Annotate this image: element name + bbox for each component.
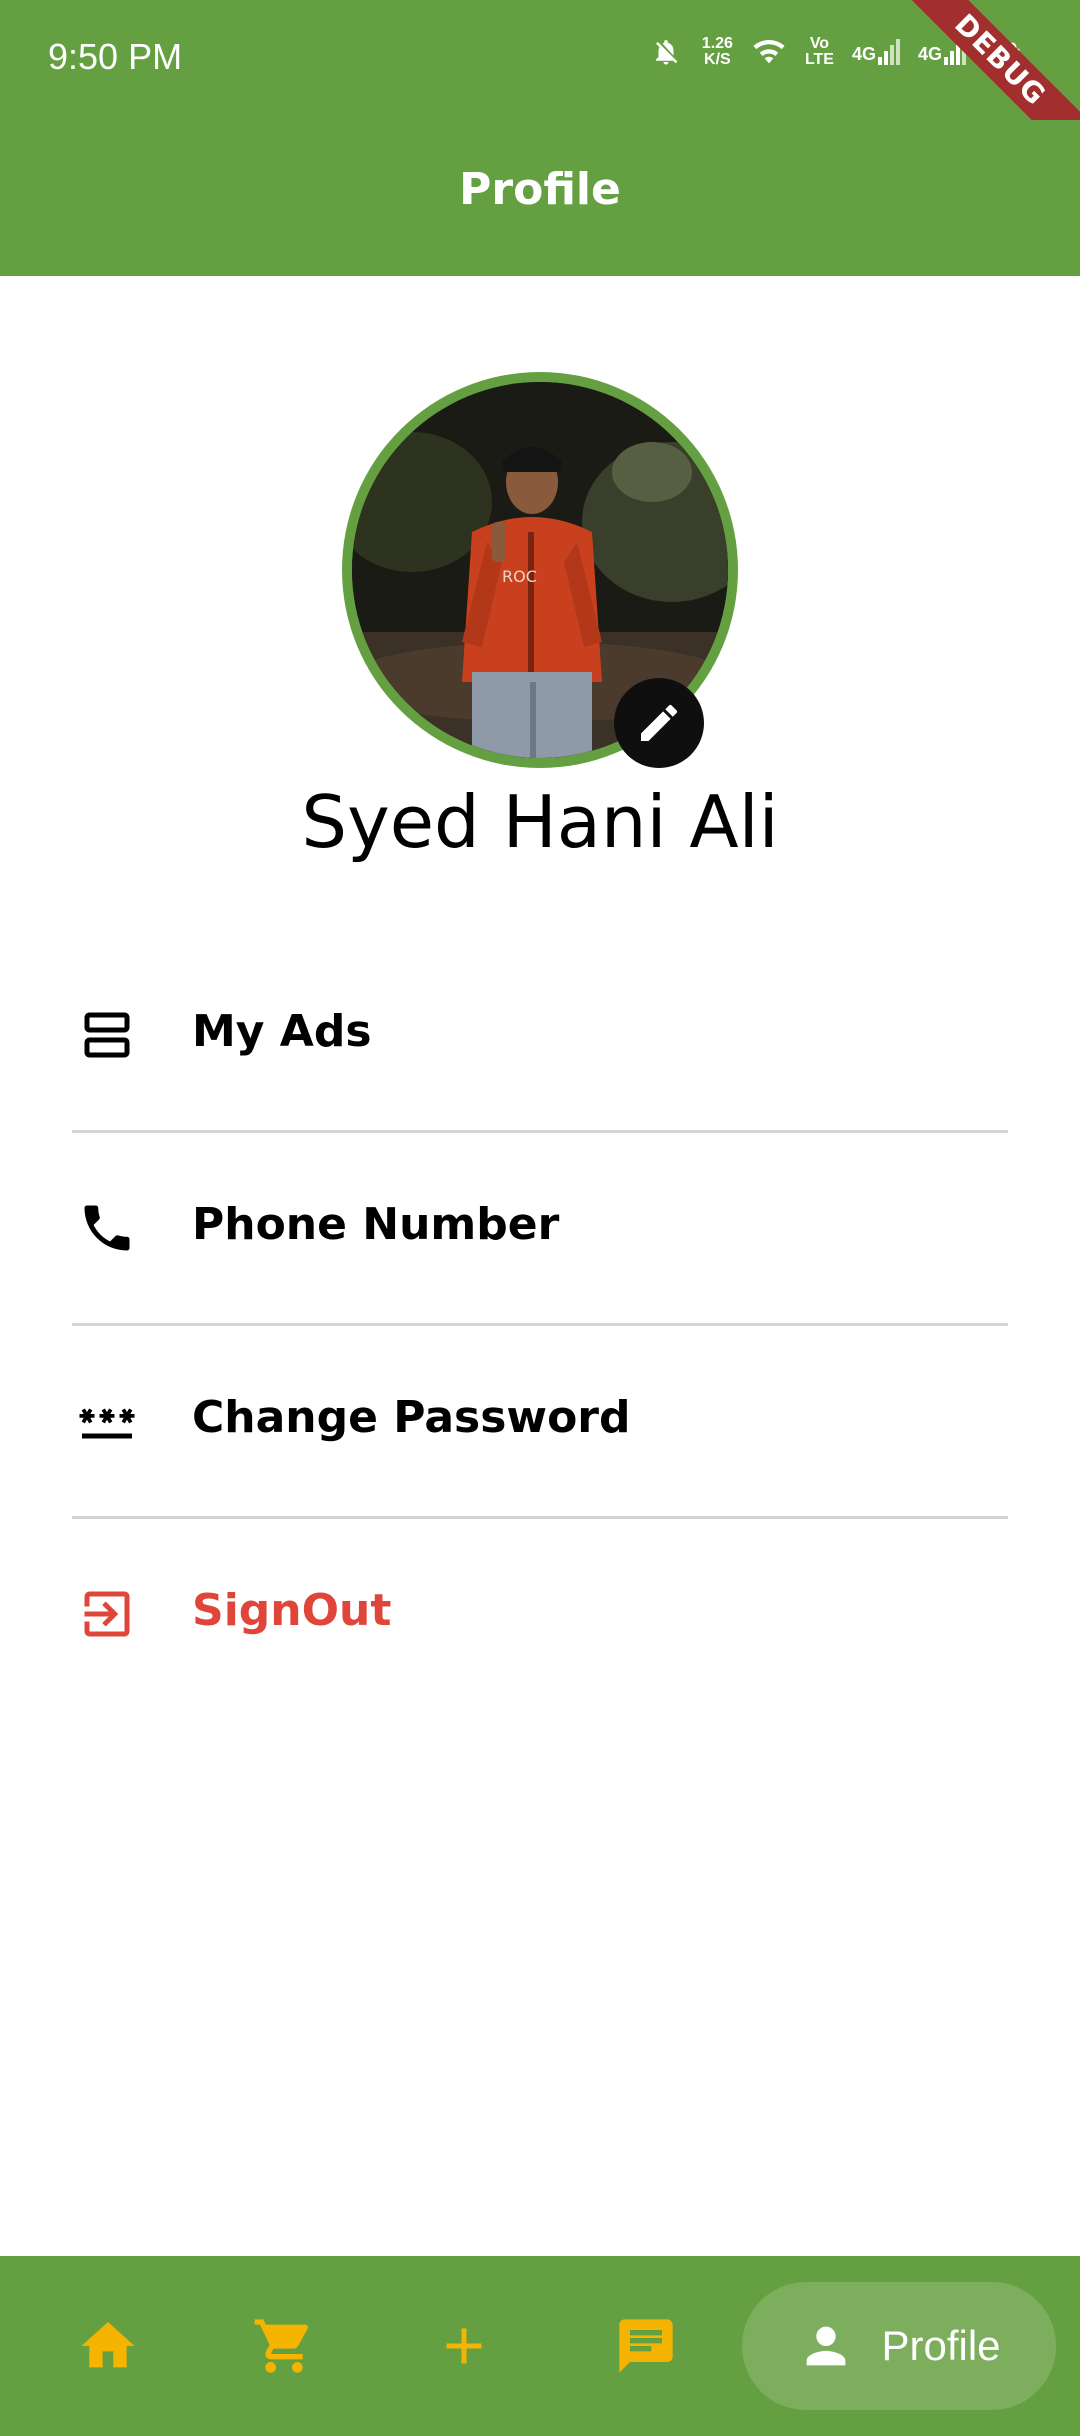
menu-item-change-password[interactable]: Change Password [72,1326,1008,1519]
volte-top: Vo [809,35,830,52]
nav-home-button[interactable] [68,2306,148,2386]
svg-text:ROC: ROC [502,567,537,586]
menu-label-signout: SignOut [192,1585,392,1636]
menu-item-phone-number[interactable]: Phone Number [72,1133,1008,1326]
nav-profile-label: Profile [881,2322,1001,2369]
signout-icon [72,1579,142,1649]
menu-label-my-ads: My Ads [192,1006,372,1057]
password-icon [72,1386,142,1456]
edit-avatar-button[interactable] [614,678,704,768]
net-speed-unit: K/S [704,51,731,68]
app-bar: Profile [0,120,1080,276]
nav-cart-button[interactable] [244,2306,324,2386]
status-bar: 9:50 PM 1.26 K/S Vo LTE 4G 4G DEBUG [0,0,1080,181]
home-icon [81,2322,135,2368]
page-title: Profile [459,164,621,215]
person-icon [807,2326,846,2366]
signal-1: 4G [852,39,900,65]
volte-bottom: LTE [804,51,834,68]
signal-bars-icon [877,39,900,65]
menu-item-signout[interactable]: SignOut [72,1519,1008,1709]
menu-label-change-password: Change Password [192,1392,631,1443]
net-speed: 1.26 K/S [702,36,733,68]
chat-icon [619,2319,673,2373]
nav-chat-button[interactable] [606,2306,686,2386]
status-time: 9:50 PM [48,36,183,77]
profile-name: Syed Hani Ali [301,780,779,864]
ads-list-icon [72,1000,142,1070]
add-icon [446,2328,482,2364]
mute-bell-icon [648,34,684,70]
network-type-1: 4G [851,44,876,64]
cart-icon [254,2319,309,2373]
profile-menu: My Ads Phone Number Change Password Sign… [72,940,1008,1709]
network-type-2: 4G [917,44,942,64]
menu-label-phone-number: Phone Number [192,1199,560,1250]
bottom-nav: Profile [0,2256,1080,2436]
volte-indicator: Vo LTE [805,36,834,68]
phone-icon [72,1193,142,1263]
nav-add-button[interactable] [424,2306,504,2386]
net-speed-value: 1.26 [701,35,733,52]
menu-item-my-ads[interactable]: My Ads [72,940,1008,1133]
wifi-icon [751,34,787,70]
pencil-icon [641,704,678,741]
nav-profile-button[interactable]: Profile [742,2282,1056,2410]
